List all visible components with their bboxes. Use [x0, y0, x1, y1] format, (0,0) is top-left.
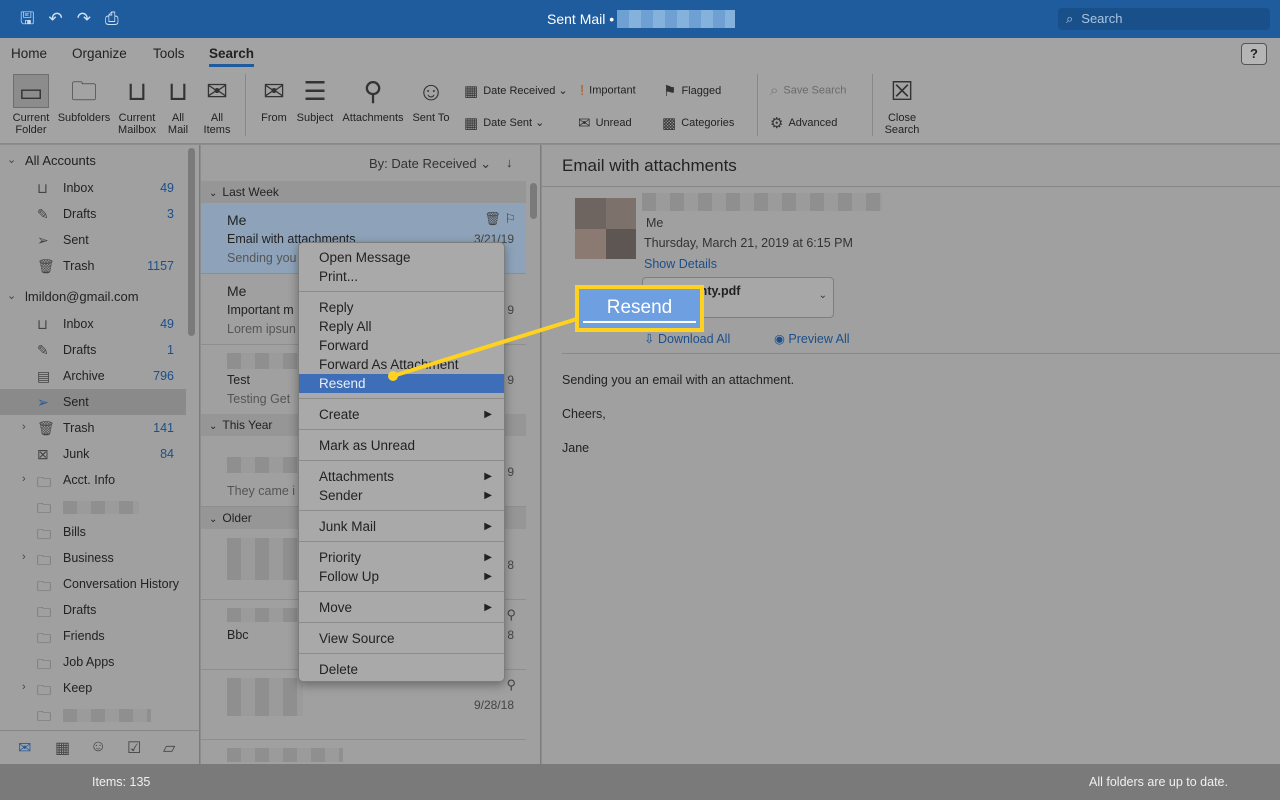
resend-callout: Resend — [575, 285, 704, 332]
callout-label: Resend — [606, 297, 673, 318]
callout-dot — [388, 371, 398, 381]
callout-line — [392, 316, 581, 378]
callout-connector — [388, 316, 581, 381]
